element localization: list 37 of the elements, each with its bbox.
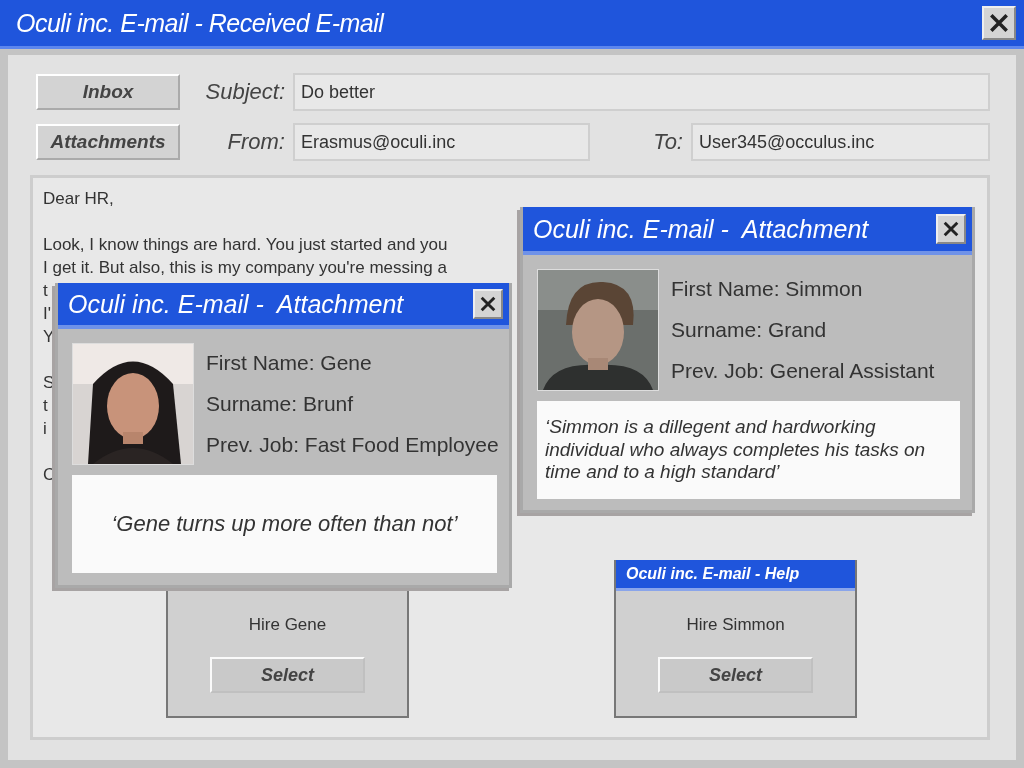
body-text: i: [43, 419, 47, 438]
close-button[interactable]: [936, 214, 966, 244]
body-text: t: [43, 281, 48, 300]
select-button[interactable]: Select: [210, 657, 365, 693]
close-icon: [479, 295, 497, 313]
from-field: Erasmus@oculi.inc: [293, 123, 590, 161]
body-text: Look, I know things are hard. You just started and you: [43, 235, 448, 254]
window-title: Oculi inc. E-mail - Received E-mail: [16, 8, 384, 38]
field-label: From:: [226, 129, 286, 155]
close-button[interactable]: [473, 289, 503, 319]
surname: Surname: Brunf: [206, 392, 355, 416]
surname: Surname: Grand: [671, 318, 828, 342]
to-field: User345@occulus.inc: [691, 123, 990, 161]
field-label: Subject:: [204, 79, 286, 105]
first-name: First Name: Simmon: [671, 277, 864, 302]
close-icon: [988, 12, 1010, 34]
field-label: To:: [652, 129, 684, 155]
body-text: Dear HR,: [43, 189, 114, 208]
body-text: t: [43, 396, 48, 415]
dialog-title: Oculi inc. E-mail - Help: [626, 565, 800, 583]
choice-label: Hire Simmon: [686, 615, 785, 635]
reference-quote: ‘Simmon is a dillegent and hardworking individual who always completes his tasks on time and to a high standard’: [537, 401, 960, 499]
body-text: I': [43, 304, 51, 323]
previous-job: Prev. Job: Fast Food Employee: [206, 432, 499, 457]
subject-field: Do better: [293, 73, 990, 111]
first-name: First Name: Gene: [206, 351, 373, 376]
nav-button[interactable]: Attachments: [36, 124, 180, 160]
previous-job: Prev. Job: General Assistant: [671, 358, 935, 383]
window-title: Oculi inc. E-mail - Attachment: [68, 289, 404, 319]
body-text: I get it. But also, this is my company you're messing a: [43, 258, 447, 277]
close-button[interactable]: [982, 6, 1016, 40]
select-button[interactable]: Select: [658, 657, 813, 693]
window-title: Oculi inc. E-mail - Attachment: [533, 214, 869, 244]
close-icon: [942, 220, 960, 238]
reference-quote: ‘Gene turns up more often than not’: [72, 475, 497, 573]
nav-button[interactable]: Inbox: [36, 74, 180, 110]
choice-label: Hire Gene: [248, 615, 327, 635]
